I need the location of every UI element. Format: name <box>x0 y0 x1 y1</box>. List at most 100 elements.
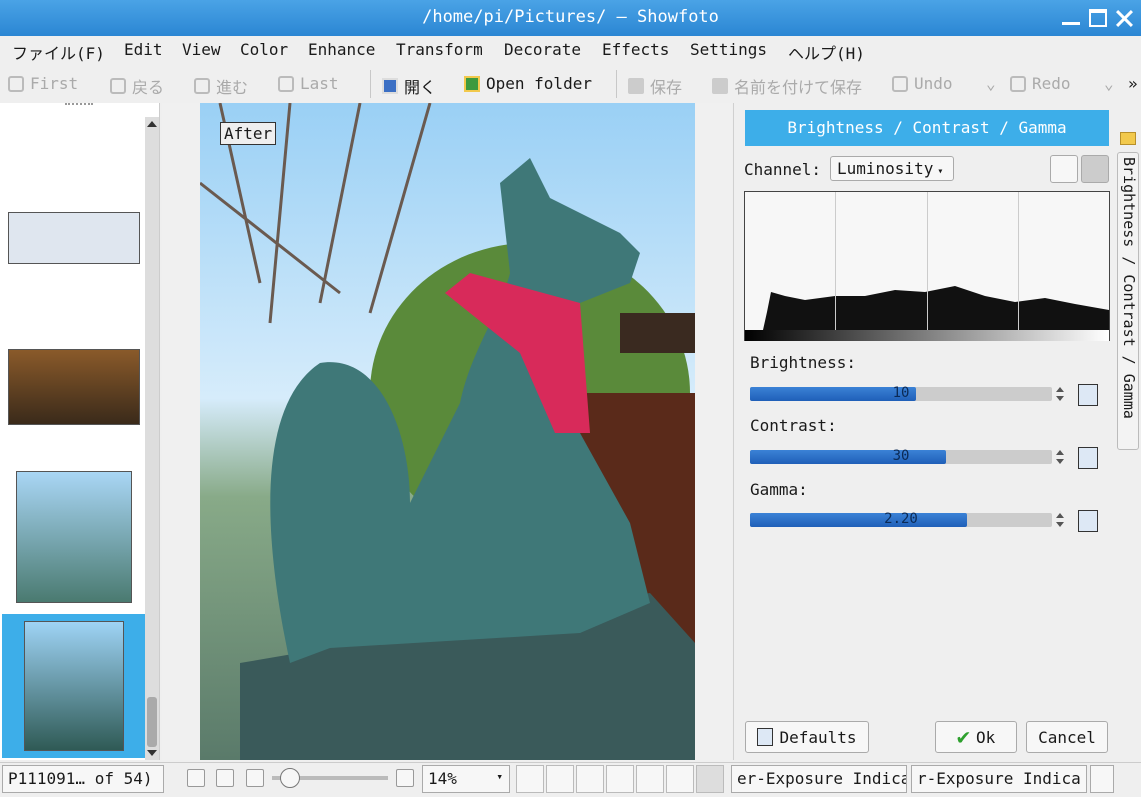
zoom-one-icon[interactable] <box>216 769 234 787</box>
histogram-gridline <box>1018 192 1019 330</box>
gamma-slider[interactable]: 2.20 <box>750 511 1052 527</box>
scroll-down-icon[interactable] <box>147 750 157 756</box>
save-button[interactable]: 保存 <box>628 74 682 98</box>
undo-menu-arrow[interactable]: ⌄ <box>986 74 996 93</box>
chevron-down-icon: ▾ <box>937 166 944 177</box>
preview-image[interactable] <box>200 103 695 760</box>
thumbnail-fox-statue-selected[interactable] <box>24 621 124 751</box>
thumbnail-scrollbar[interactable] <box>145 117 159 760</box>
save-icon <box>628 78 644 94</box>
status-toggle[interactable] <box>606 765 634 793</box>
brightness-reset-icon[interactable] <box>1078 384 1098 406</box>
redo-menu-arrow[interactable]: ⌄ <box>1104 74 1114 93</box>
undo-button[interactable]: Undo <box>892 74 953 93</box>
window-title: /home/pi/Pictures/ — Showfoto <box>422 7 719 27</box>
contrast-label: Contrast: <box>750 416 837 435</box>
contrast-reset-icon[interactable] <box>1078 447 1098 469</box>
zoom-out-icon[interactable] <box>246 769 264 787</box>
fox-statue-image <box>200 103 695 760</box>
ok-button[interactable]: ✔ Ok <box>935 721 1017 753</box>
right-sidebar-tab[interactable]: Brightness / Contrast / Gamma <box>1117 152 1139 450</box>
zoom-in-icon[interactable] <box>396 769 414 787</box>
status-toggle[interactable] <box>576 765 604 793</box>
back-icon <box>110 78 126 94</box>
main-toolbar: First 戻る 進む Last 開く Open folder 保存 名前を付け… <box>0 66 1141 102</box>
menu-help[interactable]: ヘルプ(H) <box>788 40 865 64</box>
toolbar-overflow-button[interactable]: » <box>1128 74 1138 93</box>
last-button[interactable]: Last <box>278 74 339 93</box>
forward-button[interactable]: 進む <box>194 74 248 98</box>
title-bar: /home/pi/Pictures/ — Showfoto <box>0 0 1141 36</box>
brightness-value: 10 <box>892 385 910 401</box>
contrast-slider[interactable]: 30 <box>750 448 1052 464</box>
tool-title: Brightness / Contrast / Gamma <box>745 110 1109 146</box>
open-button[interactable]: 開く <box>382 74 436 98</box>
fit-window-icon[interactable] <box>187 769 205 787</box>
defaults-icon <box>757 728 774 746</box>
menu-decorate[interactable]: Decorate <box>504 40 581 59</box>
log-scale-button[interactable] <box>1081 155 1109 183</box>
scroll-up-icon[interactable] <box>147 121 157 127</box>
toolbar-separator <box>370 70 371 98</box>
overexposure-indicator[interactable]: r-Exposure Indica <box>911 765 1087 793</box>
status-toggle[interactable] <box>636 765 664 793</box>
minimize-icon[interactable] <box>1062 9 1080 25</box>
toolbar-separator <box>616 70 617 98</box>
gamma-reset-icon[interactable] <box>1078 510 1098 532</box>
linear-scale-button[interactable] <box>1050 155 1078 183</box>
thumbnail-fox-statue[interactable] <box>16 471 132 603</box>
zoom-combo[interactable]: 14% ▾ <box>422 765 510 793</box>
first-button[interactable]: First <box>8 74 78 93</box>
showfoto-window: /home/pi/Pictures/ — Showfoto ファイル(F) Ed… <box>0 0 1141 797</box>
underexposure-indicator[interactable]: er-Exposure Indica <box>731 765 907 793</box>
channel-select[interactable]: Luminosity ▾ <box>830 156 954 181</box>
checkmark-icon: ✔ <box>956 724 970 750</box>
panel-grip[interactable] <box>65 103 93 111</box>
scrollbar-handle[interactable] <box>147 697 157 747</box>
contrast-value: 30 <box>892 448 910 464</box>
chevron-down-icon: ⌄ <box>986 74 996 93</box>
status-toggle[interactable] <box>696 765 724 793</box>
file-position-status: P111091… of 54) <box>2 765 164 793</box>
chevron-down-icon: ⌄ <box>1104 74 1114 93</box>
right-sidebar-tab-label: Brightness / Contrast / Gamma <box>1120 157 1138 419</box>
menu-effects[interactable]: Effects <box>602 40 669 59</box>
defaults-button[interactable]: Defaults <box>745 721 869 753</box>
gamma-spin-icon[interactable] <box>1056 512 1064 528</box>
forward-icon <box>194 78 210 94</box>
save-as-button[interactable]: 名前を付けて保存 <box>712 74 862 98</box>
menu-transform[interactable]: Transform <box>396 40 483 59</box>
histogram-gridline <box>927 192 928 330</box>
histogram-gradient <box>745 330 1109 341</box>
menu-color[interactable]: Color <box>240 40 288 59</box>
thumbnail-group-photo[interactable] <box>8 349 140 425</box>
brightness-slider[interactable]: 10 <box>750 385 1052 401</box>
maximize-icon[interactable] <box>1089 9 1107 27</box>
menu-settings[interactable]: Settings <box>690 40 767 59</box>
cancel-button[interactable]: Cancel <box>1026 721 1108 753</box>
redo-button[interactable]: Redo <box>1010 74 1071 93</box>
fullscreen-icon[interactable] <box>1090 765 1114 793</box>
menu-enhance[interactable]: Enhance <box>308 40 375 59</box>
back-button[interactable]: 戻る <box>110 74 164 98</box>
first-icon <box>8 75 24 92</box>
brightness-spin-icon[interactable] <box>1056 386 1064 402</box>
contrast-spin-icon[interactable] <box>1056 449 1064 465</box>
menu-edit[interactable]: Edit <box>124 40 163 59</box>
folder-icon[interactable] <box>1120 132 1136 145</box>
status-toggle[interactable] <box>666 765 694 793</box>
last-icon <box>278 75 294 92</box>
open-folder-button[interactable]: Open folder <box>464 74 592 93</box>
after-label: After <box>220 122 277 145</box>
status-toggle[interactable] <box>546 765 574 793</box>
redo-icon <box>1010 75 1026 92</box>
channel-label: Channel: <box>744 160 822 179</box>
thumbnail-screenshot[interactable] <box>8 212 140 264</box>
menu-bar: ファイル(F) Edit View Color Enhance Transfor… <box>0 36 1141 66</box>
menu-view[interactable]: View <box>182 40 221 59</box>
close-icon[interactable] <box>1115 9 1133 27</box>
status-toggle[interactable] <box>516 765 544 793</box>
menu-file[interactable]: ファイル(F) <box>12 40 105 64</box>
histogram-gridline <box>835 192 836 330</box>
zoom-slider-handle[interactable] <box>280 768 300 788</box>
